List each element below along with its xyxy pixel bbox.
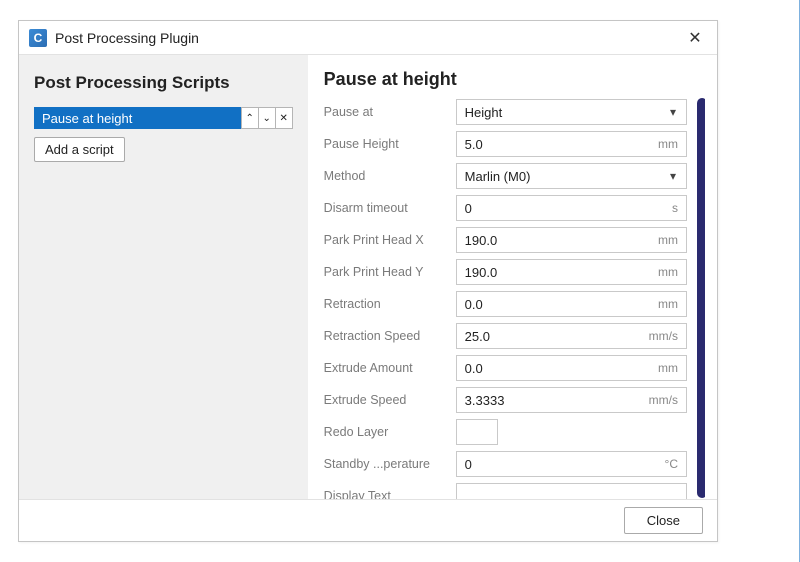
chevron-down-icon[interactable]: ▾ [660,105,686,119]
dialog-title: Post Processing Plugin [55,30,199,46]
move-down-button[interactable]: ⌄ [258,107,276,129]
setting-unit: °C [665,457,686,471]
settings-panel-title: Pause at height [324,69,705,90]
setting-row: Retraction Speed mm/s [324,320,687,352]
setting-row: Pause at Height▾ [324,96,687,128]
setting-input[interactable] [457,324,649,348]
cura-app-icon: C [29,29,47,47]
setting-label: Pause Height [324,137,452,151]
setting-input[interactable] [457,484,686,499]
setting-input[interactable] [457,132,658,156]
setting-control[interactable]: mm [456,131,687,157]
setting-label: Pause at [324,105,452,119]
dialog-content: Post Processing Scripts Pause at height … [19,55,717,499]
setting-input[interactable] [457,356,658,380]
setting-control[interactable]: mm [456,259,687,285]
setting-row: Extrude Speed mm/s [324,384,687,416]
settings-scroll-area: Pause atHeight▾Pause HeightmmMethodMarli… [324,96,705,499]
setting-label: Extrude Amount [324,361,452,375]
close-icon[interactable]: ✕ [683,26,707,50]
setting-row: Disarm timeout s [324,192,687,224]
chevron-down-icon[interactable]: ▾ [660,169,686,183]
scripts-panel-title: Post Processing Scripts [34,73,293,93]
setting-unit: s [672,201,686,215]
setting-unit: mm/s [649,393,686,407]
setting-row: Display Text [324,480,687,499]
setting-label: Retraction [324,297,452,311]
setting-row: Park Print Head X mm [324,224,687,256]
setting-dropdown-value[interactable]: Height [457,100,660,124]
setting-label: Redo Layer [324,425,452,439]
setting-unit: mm [658,137,686,151]
dialog-titlebar: C Post Processing Plugin ✕ [19,21,717,55]
scripts-panel: Post Processing Scripts Pause at height … [19,55,308,499]
setting-label: Extrude Speed [324,393,452,407]
setting-input[interactable] [457,420,649,444]
setting-control[interactable]: Height▾ [456,99,687,125]
setting-control[interactable]: mm [456,355,687,381]
script-item-label[interactable]: Pause at height [34,107,242,129]
setting-label: Park Print Head X [324,233,452,247]
setting-control[interactable]: mm/s [456,387,687,413]
settings-scrollbar[interactable] [697,98,705,498]
setting-control[interactable]: s [456,195,687,221]
setting-row: Redo Layer [324,416,687,448]
setting-input[interactable] [457,228,658,252]
add-script-button[interactable]: Add a script [34,137,125,162]
setting-input[interactable] [457,452,665,476]
setting-label: Method [324,169,452,183]
setting-control[interactable]: mm [456,291,687,317]
close-button[interactable]: Close [624,507,703,534]
setting-control[interactable]: °C [456,451,687,477]
setting-label: Park Print Head Y [324,265,452,279]
setting-row: Pause Height mm [324,128,687,160]
setting-unit: mm/s [649,329,686,343]
setting-input[interactable] [457,260,658,284]
setting-control[interactable] [456,483,687,499]
setting-row: Extrude Amount mm [324,352,687,384]
setting-row: Method Marlin (M0)▾ [324,160,687,192]
setting-control[interactable]: mm/s [456,323,687,349]
setting-control[interactable]: mm [456,227,687,253]
setting-label: Retraction Speed [324,329,452,343]
setting-unit: mm [658,233,686,247]
setting-unit: mm [658,297,686,311]
setting-input[interactable] [457,388,649,412]
move-up-button[interactable]: ⌃ [241,107,259,129]
post-processing-dialog: C Post Processing Plugin ✕ Post Processi… [18,20,718,542]
setting-input[interactable] [457,196,672,220]
setting-label: Display Text [324,489,452,499]
setting-row: Retraction mm [324,288,687,320]
setting-label: Disarm timeout [324,201,452,215]
dialog-footer: Close [19,499,717,541]
setting-control[interactable]: Marlin (M0)▾ [456,163,687,189]
setting-label: Standby ...perature [324,457,452,471]
settings-panel: Pause at height Pause atHeight▾Pause Hei… [308,55,717,499]
script-list-item[interactable]: Pause at height ⌃ ⌄ ✕ [34,107,293,129]
setting-row: Standby ...perature °C [324,448,687,480]
setting-unit: mm [658,265,686,279]
setting-control[interactable] [456,419,498,445]
remove-script-button[interactable]: ✕ [275,107,293,129]
setting-unit: mm [658,361,686,375]
setting-input[interactable] [457,292,658,316]
setting-row: Park Print Head Y mm [324,256,687,288]
setting-dropdown-value[interactable]: Marlin (M0) [457,164,660,188]
